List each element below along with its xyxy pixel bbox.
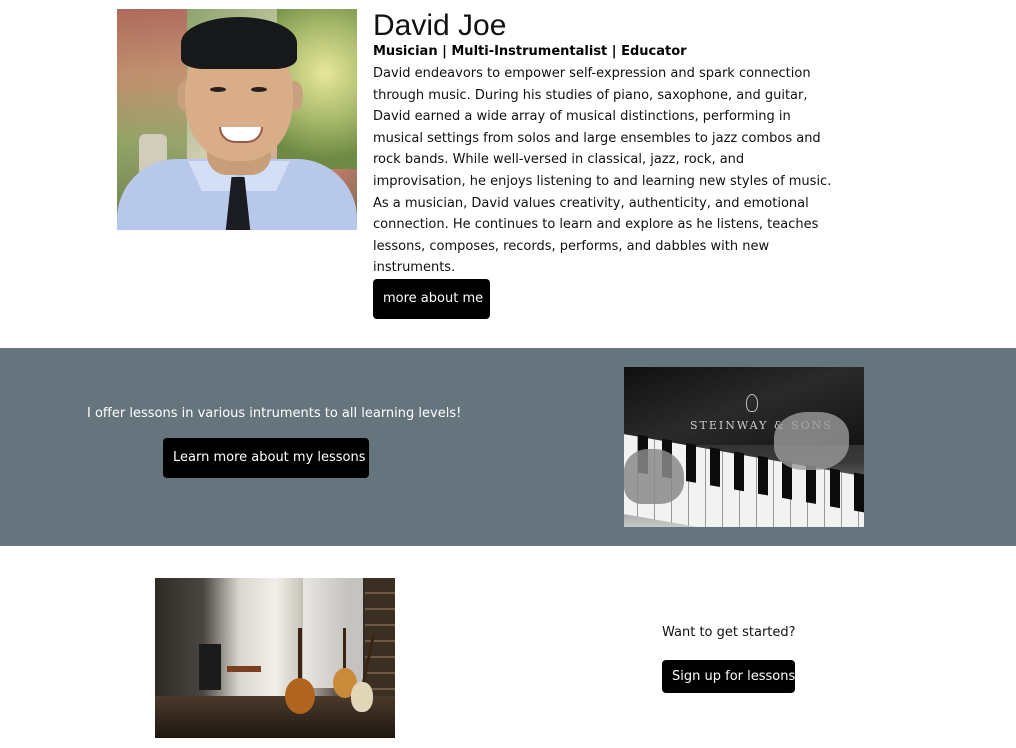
guitars-photo [155,578,395,738]
profile-bio: David endeavors to empower self-expressi… [373,66,832,276]
piano-photo: STEINWAY & SONS [624,367,864,527]
page: David Joe Musician | Multi-Instrumentali… [0,0,1016,748]
lessons-section: I offer lessons in various intruments to… [0,348,1016,546]
about-section: David Joe Musician | Multi-Instrumentali… [0,0,1016,348]
get-started-prompt: Want to get started? [662,625,796,640]
profile-photo [117,9,357,230]
learn-more-lessons-button[interactable]: Learn more about my lessons [163,438,369,478]
lessons-description: I offer lessons in various intruments to… [87,406,462,421]
more-about-me-button[interactable]: more about me [373,279,490,319]
profile-subtitle: Musician | Multi-Instrumentalist | Educa… [373,44,687,59]
sign-up-lessons-button[interactable]: Sign up for lessons [662,660,795,693]
profile-name: David Joe [373,9,507,42]
